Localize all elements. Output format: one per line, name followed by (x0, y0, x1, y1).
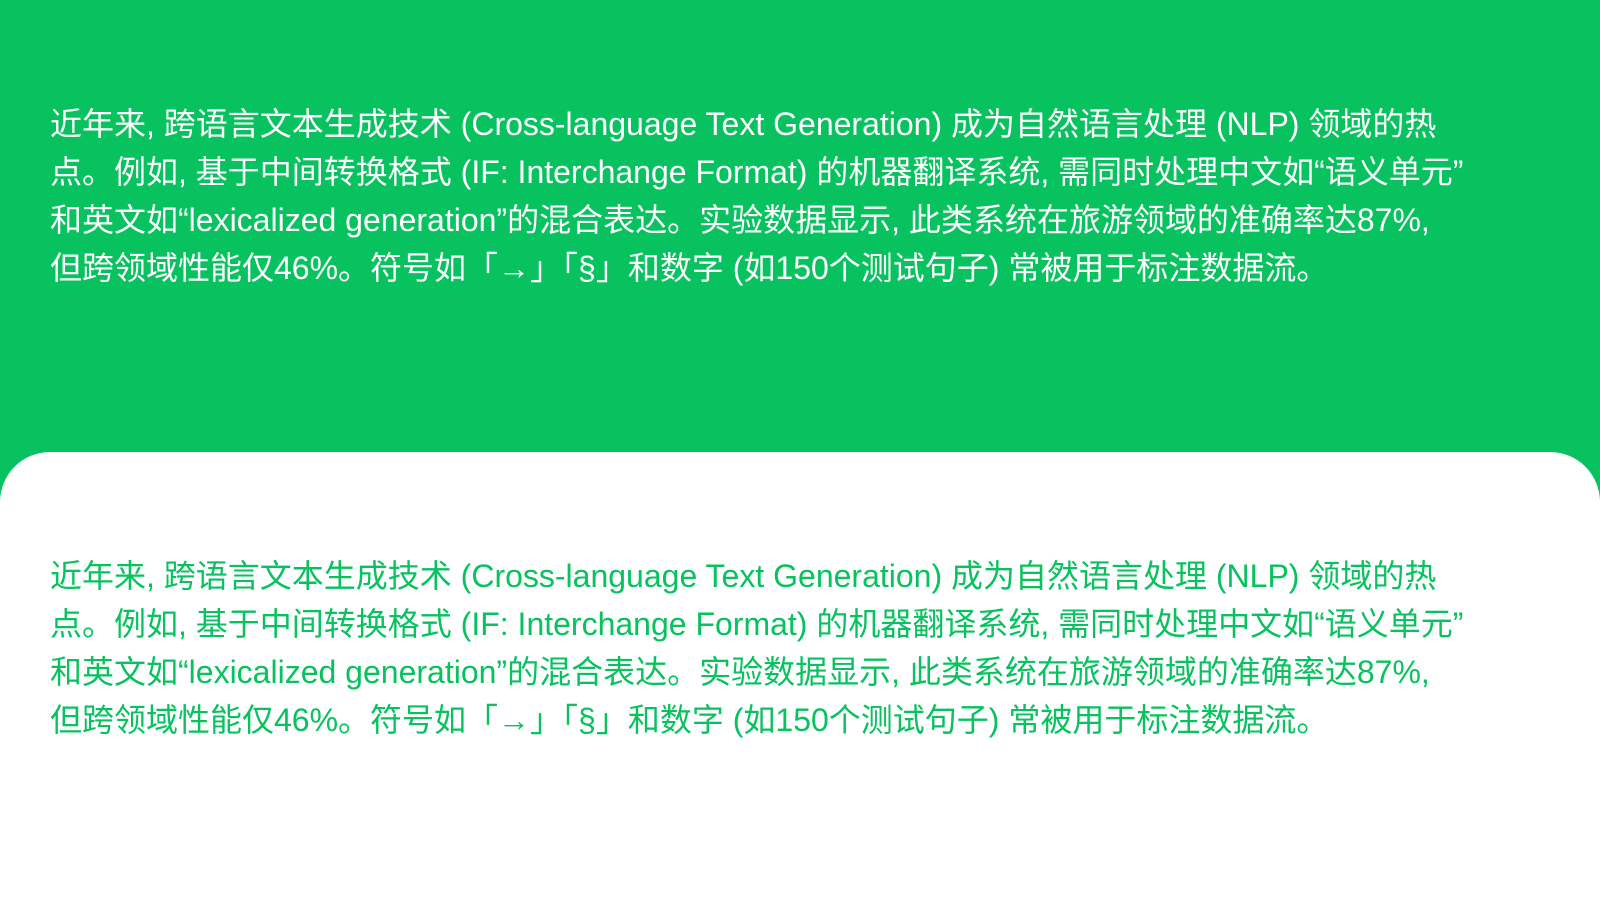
paragraph-line: 点。例如, 基于中间转换格式 (IF: Interchange Format) … (50, 606, 1464, 642)
paragraph-line: 近年来, 跨语言文本生成技术 (Cross-language Text Gene… (50, 558, 1437, 594)
paragraph-line: 点。例如, 基于中间转换格式 (IF: Interchange Format) … (50, 154, 1464, 190)
green-panel: 近年来, 跨语言文本生成技术 (Cross-language Text Gene… (0, 0, 1600, 500)
white-text-paragraph: 近年来, 跨语言文本生成技术 (Cross-language Text Gene… (50, 100, 1550, 292)
green-text-paragraph: 近年来, 跨语言文本生成技术 (Cross-language Text Gene… (50, 552, 1550, 744)
paragraph-line: 但跨领域性能仅46%。符号如「→」「§」和数字 (如150个测试句子) 常被用于… (50, 250, 1329, 286)
paragraph-line: 但跨领域性能仅46%。符号如「→」「§」和数字 (如150个测试句子) 常被用于… (50, 702, 1329, 738)
paragraph-line: 和英文如“lexicalized generation”的混合表达。实验数据显示… (50, 202, 1430, 238)
paragraph-line: 和英文如“lexicalized generation”的混合表达。实验数据显示… (50, 654, 1430, 690)
paragraph-line: 近年来, 跨语言文本生成技术 (Cross-language Text Gene… (50, 106, 1437, 142)
